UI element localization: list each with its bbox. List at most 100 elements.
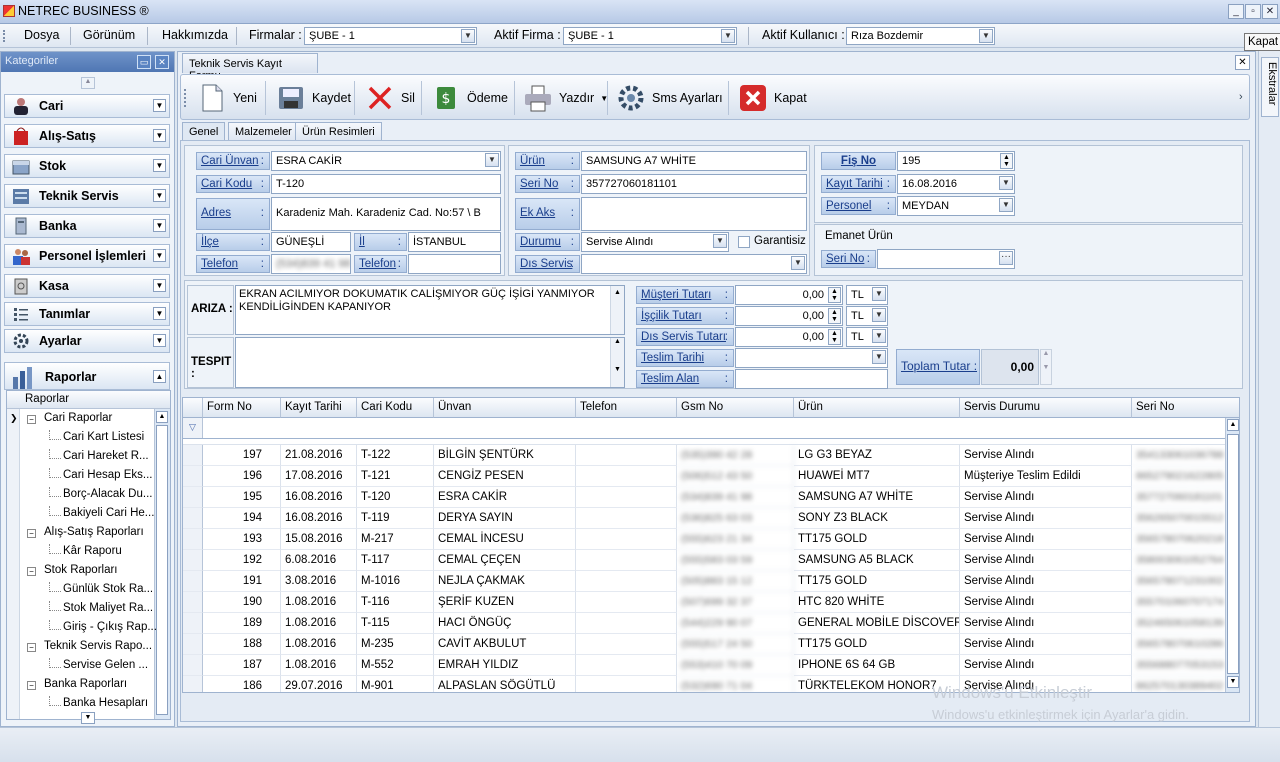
nav-tanimlar[interactable]: Tanımlar ▼	[4, 302, 170, 326]
ilce-input[interactable]: GÜNEŞLİ	[271, 232, 351, 252]
chevron-down-icon[interactable]: ▼	[721, 29, 735, 43]
spinner-arrows-icon[interactable]: ▲ ▼	[828, 287, 841, 303]
row-indicator[interactable]	[183, 529, 203, 550]
scroll-down-icon[interactable]: ▼	[81, 712, 95, 724]
row-indicator[interactable]	[183, 634, 203, 655]
spinner-arrows-icon[interactable]: ▲ ▼	[1000, 153, 1013, 169]
collapse-icon[interactable]: −	[27, 643, 36, 652]
row-indicator[interactable]	[183, 508, 203, 529]
row-indicator[interactable]	[183, 655, 203, 676]
cari-unvan-combo[interactable]: ESRA CAKİR ▼	[271, 151, 501, 171]
chevron-down-icon[interactable]: ▼	[461, 29, 475, 43]
column-header[interactable]: Ürün	[794, 398, 960, 418]
collapse-icon[interactable]: −	[27, 415, 36, 424]
row-indicator[interactable]	[183, 571, 203, 592]
scroll-up-icon[interactable]: ▲	[81, 77, 95, 89]
pin-icon[interactable]: ▭	[137, 55, 151, 69]
dis-servis-combo[interactable]: ▼	[581, 254, 807, 274]
table-row[interactable]: 191 3.08.2016 M-1016 NEJLA ÇAKMAK (505)883 1…	[183, 571, 1239, 592]
table-row[interactable]: 189 1.08.2016 T-115 HACI ÖNGÜÇ (544)229 90 0…	[183, 613, 1239, 634]
column-header[interactable]: Gsm No	[677, 398, 794, 418]
doc-tab[interactable]: Teknik Servis Kayıt Formu	[182, 53, 318, 82]
chevron-down-icon[interactable]: ▼	[713, 234, 727, 248]
scroll-thumb[interactable]	[1227, 434, 1239, 674]
urun-input[interactable]: SAMSUNG A7 WHİTE	[581, 151, 807, 171]
maximize-button[interactable]: ▫	[1245, 4, 1261, 19]
nav-ayarlar[interactable]: Ayarlar ▼	[4, 329, 170, 353]
close-icon[interactable]: ✕	[1235, 55, 1250, 70]
sil-button[interactable]: Sil	[365, 81, 415, 115]
aktif-firma-combo[interactable]: ŞUBE - 1 ▼	[563, 27, 737, 45]
durumu-combo[interactable]: Servise Alındı ▼	[581, 232, 729, 252]
ariza-textarea[interactable]: EKRAN ACILMIYOR DOKUMATIK CALİŞMIYOR GÜÇ…	[235, 285, 625, 348]
tab-genel[interactable]: Genel	[182, 122, 226, 141]
menu-gorunum[interactable]: Görünüm	[83, 28, 135, 42]
seri-no-input[interactable]: 357727060181101	[581, 174, 807, 194]
aktif-kullanici-combo[interactable]: Rıza Bozdemir ▼	[846, 27, 995, 45]
musteri-currency-combo[interactable]: TL ▼	[846, 285, 888, 305]
nav-cari[interactable]: Cari ▼	[4, 94, 170, 118]
table-row[interactable]: 187 1.08.2016 M-552 EMRAH YILDIZ (553)410 70…	[183, 655, 1239, 676]
spinner-arrows-icon[interactable]: ▲ ▼	[828, 329, 841, 345]
column-header[interactable]: Telefon	[576, 398, 677, 418]
scrollbar[interactable]: ▲▼	[610, 338, 624, 387]
close-icon[interactable]: ✕	[155, 55, 169, 69]
row-indicator[interactable]	[183, 487, 203, 508]
nav-raporlar[interactable]: Raporlar ▲	[4, 362, 170, 390]
table-row[interactable]: 196 17.08.2016 T-121 CENGİZ PESEN (506)512 4…	[183, 466, 1239, 487]
adres-input[interactable]: Karadeniz Mah. Karadeniz Cad. No:57 \ B	[271, 197, 501, 231]
scroll-up-icon[interactable]: ▲	[1227, 419, 1239, 431]
table-row[interactable]: 188 1.08.2016 M-235 CAVİT AKBULUT (555)517 2…	[183, 634, 1239, 655]
odeme-button[interactable]: $ Ödeme	[431, 81, 508, 115]
yazdir-button[interactable]: Yazdır ▼	[523, 81, 608, 115]
nav-banka[interactable]: Banka ▼	[4, 214, 170, 238]
emanet-seri-no-input[interactable]: ···	[877, 249, 1015, 269]
menu-hakkimizda[interactable]: Hakkımızda	[162, 28, 228, 42]
table-row[interactable]: 192 6.08.2016 T-117 CEMAL ÇEÇEN (555)583 03 …	[183, 550, 1239, 571]
row-indicator[interactable]	[183, 445, 203, 466]
ekstralar-tab[interactable]: Ekstralar	[1261, 57, 1279, 117]
table-row[interactable]: 193 15.08.2016 M-217 CEMAL İNCESU (555)623 2…	[183, 529, 1239, 550]
column-header[interactable]: Ünvan	[434, 398, 576, 418]
filter-icon[interactable]: ▽	[183, 418, 203, 438]
scroll-thumb[interactable]	[156, 425, 168, 715]
nav-alis-satis[interactable]: Alış-Satış ▼	[4, 124, 170, 148]
telefon2-input[interactable]	[408, 254, 501, 274]
yeni-button[interactable]: Yeni	[197, 81, 257, 115]
firmalar-combo[interactable]: ŞUBE - 1 ▼	[304, 27, 477, 45]
tab-malzemeler[interactable]: Malzemeler	[228, 122, 299, 140]
kapat-button[interactable]: Kapat	[738, 81, 807, 115]
column-header[interactable]: Servis Durumu	[960, 398, 1132, 418]
kaydet-button[interactable]: Kaydet	[276, 81, 351, 115]
personel-combo[interactable]: MEYDAN ▼	[897, 196, 1015, 216]
musteri-tutari-spinner[interactable]: 0,00 ▲ ▼	[735, 285, 843, 305]
column-header[interactable]: Form No	[203, 398, 281, 418]
chevron-down-icon[interactable]: ▼	[872, 350, 886, 364]
garantisiz-checkbox[interactable]	[738, 236, 750, 248]
table-row[interactable]: 197 21.08.2016 T-122 BİLGİN ŞENTÜRK (535)390…	[183, 445, 1239, 466]
cari-kodu-input[interactable]: T-120	[271, 174, 501, 194]
iscilik-tutari-spinner[interactable]: 0,00 ▲ ▼	[735, 306, 843, 326]
chevron-down-icon[interactable]: ▼	[872, 329, 886, 343]
row-indicator[interactable]	[183, 466, 203, 487]
iscilik-currency-combo[interactable]: TL ▼	[846, 306, 888, 326]
chevron-down-icon[interactable]: ▼	[872, 308, 886, 322]
scroll-down-icon[interactable]: ▼	[1227, 676, 1239, 688]
scroll-up-icon[interactable]: ▲	[156, 411, 168, 423]
teslim-tarihi-picker[interactable]: ▼	[735, 348, 888, 368]
ek-aks-input[interactable]	[581, 197, 807, 231]
chevron-down-icon[interactable]: ▼	[979, 29, 993, 43]
row-indicator[interactable]	[183, 613, 203, 634]
filter-row[interactable]: ▽	[183, 418, 1225, 439]
collapse-icon[interactable]: −	[27, 529, 36, 538]
dis-servis-tutari-spinner[interactable]: 0,00 ▲ ▼	[735, 327, 843, 347]
telefon-input[interactable]: (534)839 41 98	[271, 254, 351, 274]
grid-scrollbar[interactable]: ▲ ▼	[1225, 418, 1239, 692]
fis-no-spinner[interactable]: 195 ▲ ▼	[897, 151, 1015, 171]
table-row[interactable]: 194 16.08.2016 T-119 DERYA SAYIN (536)825 63…	[183, 508, 1239, 529]
tespit-textarea[interactable]: ▲ ▼	[235, 337, 625, 388]
kayit-tarihi-picker[interactable]: 16.08.2016 ▼	[897, 174, 1015, 194]
nav-stok[interactable]: Stok ▼	[4, 154, 170, 178]
spinner-arrows-icon[interactable]: ▲ ▼	[1040, 349, 1052, 385]
minimize-button[interactable]: _	[1228, 4, 1244, 19]
